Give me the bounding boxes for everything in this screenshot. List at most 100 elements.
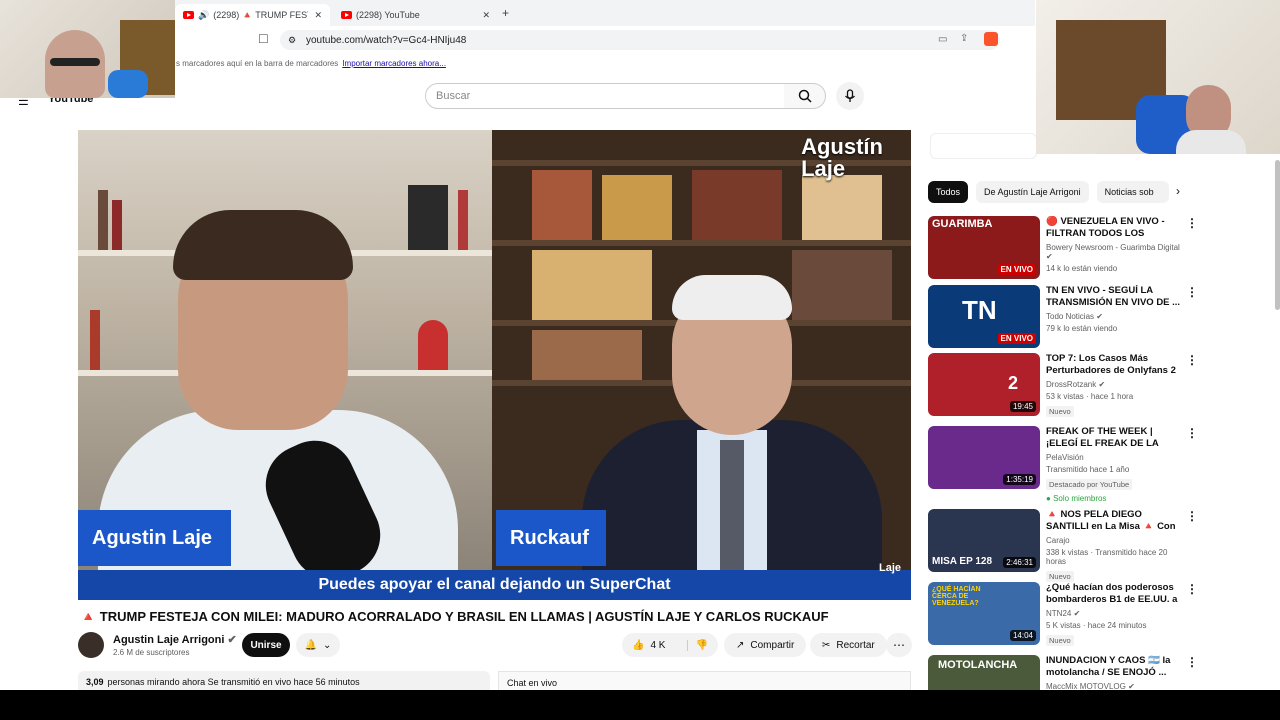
share-page-icon[interactable]: ⇪: [960, 33, 968, 44]
person-hair: [173, 210, 353, 280]
book-row: [692, 170, 782, 240]
search-button[interactable]: [784, 83, 826, 109]
brand-logo: Laje: [878, 562, 901, 574]
members-icon: ●: [1046, 494, 1051, 503]
clip-label: Recortar: [836, 639, 875, 651]
channel-name[interactable]: Agustin Laje Arrigoni ✔: [113, 633, 237, 646]
nameplate-left: Agustin Laje: [78, 510, 231, 566]
recommendation-item[interactable]: MOTOLANCHA INUNDACION Y CAOS 🇦🇷 la motol…: [928, 655, 1198, 691]
new-badge: Nuevo: [1046, 635, 1074, 646]
scissors-icon: ✂: [822, 639, 831, 651]
book: [90, 310, 100, 370]
duration-badge: 19:45: [1009, 401, 1036, 412]
share-button[interactable]: ↗ Compartir: [724, 633, 807, 657]
item-title[interactable]: TOP 7: Los Casos Más Perturbadores de On…: [1046, 353, 1186, 377]
video-thumbnail[interactable]: MISA EP 128 2:46:31: [928, 509, 1040, 572]
speaker-icon: 🔊: [198, 9, 210, 20]
voice-search-button[interactable]: [836, 82, 864, 110]
nameplate-right: Ruckauf: [496, 510, 606, 566]
tab-label: (2298) YouTube: [356, 10, 420, 20]
photo-frames: [532, 330, 642, 380]
dislike-button[interactable]: 👎: [686, 639, 718, 651]
screen-bottom-bar: [0, 690, 1280, 720]
url-text: youtube.com/watch?v=Gc4-HNIju48: [306, 34, 467, 46]
featured-badge: Destacado por YouTube: [1046, 479, 1133, 490]
video-thumbnail[interactable]: MOTOLANCHA: [928, 655, 1040, 690]
close-tab-icon[interactable]: ✕: [314, 10, 322, 21]
recommendation-item[interactable]: 1:35:19 FREAK OF THE WEEK | ¡ELEGÍ EL FR…: [928, 426, 1198, 503]
filter-chips: Todos De Agustín Laje Arrigoni Noticias …: [928, 181, 1188, 203]
chip-channel[interactable]: De Agustín Laje Arrigoni: [976, 181, 1089, 203]
sidebar-top-box: [930, 133, 1037, 159]
like-button[interactable]: 👍 4 K: [622, 640, 665, 651]
item-stats: 5 K vistas · hace 24 minutos: [1046, 621, 1147, 630]
share-icon: ↗: [736, 639, 745, 651]
bookmark-icon[interactable]: ☐: [258, 32, 269, 46]
more-vert-icon[interactable]: ⋮: [1186, 216, 1198, 279]
site-info-icon[interactable]: ⚙: [288, 35, 296, 46]
video-player[interactable]: Agustín Laje Agustin Laje Ruckauf Puedes…: [78, 130, 911, 600]
recommendation-item[interactable]: 2 19:45 TOP 7: Los Casos Más Perturbador…: [928, 353, 1198, 419]
video-thumbnail[interactable]: GUARIMBA EN VIVO: [928, 216, 1040, 279]
recommendation-item[interactable]: GUARIMBA EN VIVO 🔴 VENEZUELA EN VIVO - F…: [928, 216, 1198, 279]
page-scrollbar[interactable]: [1275, 160, 1280, 310]
book-row: [802, 175, 882, 240]
item-stats: 79 k lo están viendo: [1046, 324, 1118, 333]
join-button[interactable]: Unirse: [242, 633, 290, 657]
chair: [108, 70, 148, 98]
webcam-overlay-left: [0, 0, 175, 98]
more-vert-icon[interactable]: ⋮: [1186, 285, 1198, 348]
book: [408, 185, 448, 250]
book: [112, 200, 122, 250]
search-input[interactable]: Buscar: [425, 83, 785, 109]
notifications-button[interactable]: 🔔 ⌄: [296, 633, 340, 657]
chevron-right-icon[interactable]: ›: [1176, 184, 1180, 198]
item-stats: Transmitido hace 1 año: [1046, 465, 1130, 474]
more-vert-icon[interactable]: ⋮: [1186, 353, 1198, 419]
duration-badge: 14:04: [1009, 630, 1036, 641]
close-tab-icon[interactable]: ✕: [482, 10, 490, 21]
recommendation-item[interactable]: ¿QUÉ HACÍAN CERCA DE VENEZUELA? 14:04 ¿Q…: [928, 582, 1198, 648]
youtube-favicon-icon: [183, 11, 194, 19]
install-icon[interactable]: ▭: [938, 34, 947, 45]
person-hair: [672, 275, 792, 320]
item-title[interactable]: INUNDACION Y CAOS 🇦🇷 la motolancha / SE …: [1046, 655, 1186, 679]
channel-name-text[interactable]: Agustin Laje Arrigoni: [113, 634, 224, 646]
brave-shield-icon[interactable]: [984, 32, 998, 46]
item-meta: INUNDACION Y CAOS 🇦🇷 la motolancha / SE …: [1046, 655, 1186, 691]
channel-avatar[interactable]: [78, 632, 104, 658]
item-title[interactable]: ¿Qué hacían dos poderosos bombarderos B1…: [1046, 582, 1186, 606]
new-tab-icon[interactable]: +: [502, 6, 509, 20]
more-vert-icon[interactable]: ⋮: [1186, 426, 1198, 503]
url-field[interactable]: ⚙ youtube.com/watch?v=Gc4-HNIju48: [280, 30, 1000, 50]
item-stats: 14 k lo están viendo: [1046, 264, 1118, 273]
video-thumbnail[interactable]: ¿QUÉ HACÍAN CERCA DE VENEZUELA? 14:04: [928, 582, 1040, 645]
recommendation-item[interactable]: MISA EP 128 2:46:31 🔺 NOS PELA DIEGO SAN…: [928, 509, 1198, 584]
item-title[interactable]: 🔴 VENEZUELA EN VIVO - FILTRAN TODOS LOS …: [1046, 216, 1186, 240]
clip-button[interactable]: ✂ Recortar: [810, 633, 887, 657]
item-title[interactable]: TN EN VIVO - SEGUÍ LA TRANSMISIÓN EN VIV…: [1046, 285, 1186, 309]
live-badge: EN VIVO: [997, 333, 1036, 344]
recommendation-item[interactable]: TN EN VIVO TN EN VIVO - SEGUÍ LA TRANSMI…: [928, 285, 1198, 348]
item-meta: 🔴 VENEZUELA EN VIVO - FILTRAN TODOS LOS …: [1046, 216, 1186, 279]
book-row: [532, 170, 592, 240]
more-vert-icon[interactable]: ⋮: [1186, 655, 1198, 691]
bell-icon: 🔔: [304, 639, 318, 651]
import-bookmarks-link[interactable]: Importar marcadores ahora...: [342, 59, 446, 68]
video-thumbnail[interactable]: TN EN VIVO: [928, 285, 1040, 348]
item-title[interactable]: 🔺 NOS PELA DIEGO SANTILLI en La Misa 🔺 C…: [1046, 509, 1186, 533]
more-vert-icon[interactable]: ⋮: [1186, 582, 1198, 648]
item-meta: ¿Qué hacían dos poderosos bombarderos B1…: [1046, 582, 1186, 648]
more-actions-button[interactable]: ⋯: [886, 633, 912, 657]
more-vert-icon[interactable]: ⋮: [1186, 509, 1198, 584]
chip-all[interactable]: Todos: [928, 181, 969, 203]
video-thumbnail[interactable]: 1:35:19: [928, 426, 1040, 489]
tab-active[interactable]: 🔊 (2298) 🔺 TRUMP FESTEJA C ✕: [175, 4, 330, 26]
thumbnail-text: GUARIMBA: [932, 218, 993, 230]
item-title[interactable]: FREAK OF THE WEEK | ¡ELEGÍ EL FREAK DE L…: [1046, 426, 1186, 450]
tab-youtube[interactable]: (2298) YouTube ✕: [333, 4, 498, 26]
like-dislike-group: 👍 4 K 👎: [622, 633, 718, 657]
chip-news[interactable]: Noticias sob: [1096, 181, 1169, 203]
item-stats: 53 k vistas · hace 1 hora: [1046, 392, 1134, 401]
video-thumbnail[interactable]: 2 19:45: [928, 353, 1040, 416]
